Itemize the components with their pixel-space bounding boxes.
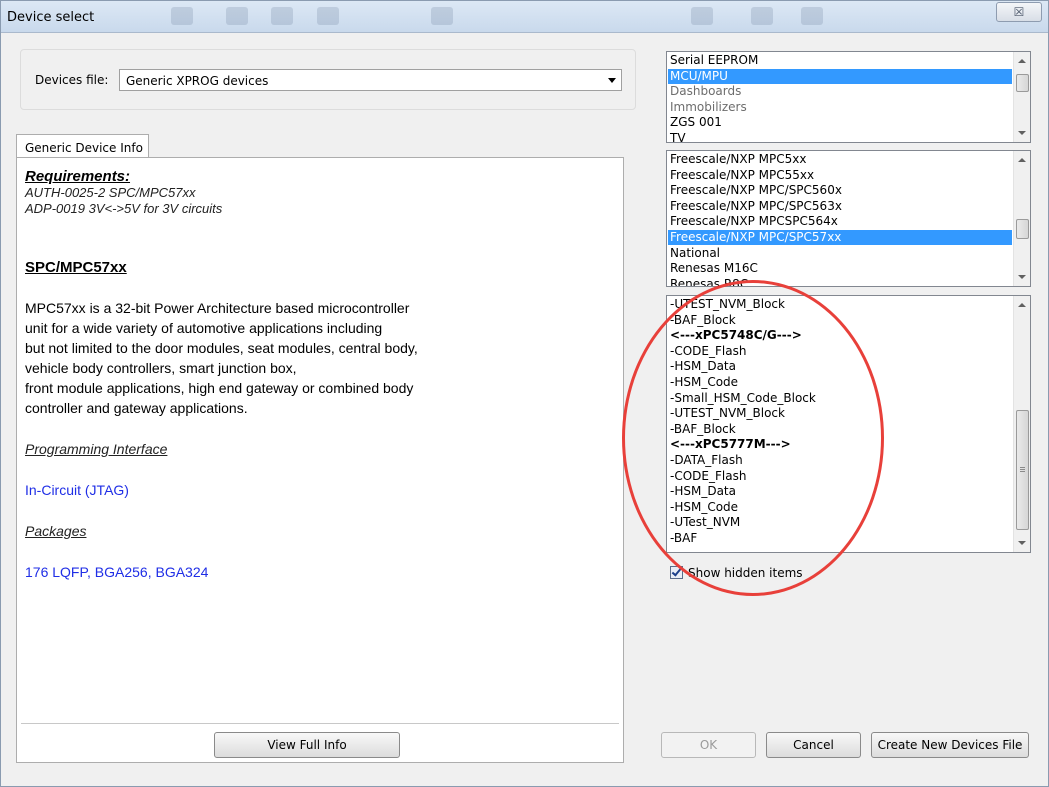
- manufacturer-list[interactable]: Renesas R8C Renesas M16C National Freescale…: [666, 150, 1031, 287]
- block-list-item[interactable]: <---xPC5777M--->: [668, 437, 1012, 452]
- block-list-item[interactable]: -HSM_Code: [668, 500, 1012, 515]
- devices-file-label: Devices file:: [35, 73, 109, 87]
- block-list-item[interactable]: -UTEST_NVM_Block: [668, 297, 1012, 312]
- category-list-item[interactable]: MCU/MPU: [668, 68, 1012, 84]
- cancel-button[interactable]: Cancel: [766, 732, 861, 758]
- block-list-item[interactable]: -BAF: [668, 531, 1012, 546]
- background-toolbar-icon: [317, 7, 339, 25]
- checkmark-icon: [671, 566, 682, 577]
- block-list-item[interactable]: -BAF_Block: [668, 422, 1012, 437]
- scroll-down-icon[interactable]: [1018, 541, 1026, 545]
- description-line: vehicle body controllers, smart junction…: [25, 360, 297, 376]
- dialog-client-area: Devices file: Generic XPROG devices Gene…: [9, 33, 1042, 782]
- block-list-item[interactable]: -CODE_Flash: [668, 344, 1012, 359]
- devices-file-group: Devices file: Generic XPROG devices: [20, 49, 636, 110]
- device-info-panel: Requirements: AUTH-0025-2 SPC/MPC57xx AD…: [16, 157, 624, 763]
- manufacturer-list-scrollbar[interactable]: [1013, 151, 1030, 286]
- manufacturer-list-item[interactable]: Freescale/NXP MPC/SPC57xx: [668, 230, 1012, 245]
- show-hidden-items-label[interactable]: Show hidden items: [688, 566, 803, 580]
- block-list-item[interactable]: -UTEST_NVM_Block: [668, 406, 1012, 421]
- background-toolbar-icon: [431, 7, 453, 25]
- scroll-grip: [1020, 467, 1025, 468]
- category-list-item[interactable]: ZGS 001: [668, 115, 1012, 130]
- manufacturer-list-item[interactable]: Freescale/NXP MPCSPC564x: [668, 214, 1012, 229]
- block-list-item[interactable]: <---xPC5748C/G--->: [668, 328, 1012, 343]
- scroll-grip: [1020, 469, 1025, 470]
- device-family-heading: SPC/MPC57xx: [25, 259, 127, 276]
- background-toolbar-icon: [801, 7, 823, 25]
- scroll-thumb[interactable]: [1016, 410, 1029, 530]
- block-list-scrollbar[interactable]: [1013, 296, 1030, 552]
- manufacturer-list-item[interactable]: Freescale/NXP MPC/SPC560x: [668, 183, 1012, 198]
- category-list-scrollbar[interactable]: [1013, 52, 1030, 142]
- background-toolbar-icon: [226, 7, 248, 25]
- requirements-heading: Requirements:: [25, 168, 131, 185]
- programming-interface-heading: Programming Interface: [25, 441, 168, 457]
- ok-button[interactable]: OK: [661, 732, 756, 758]
- block-list-item[interactable]: -BAF_Block: [668, 313, 1012, 328]
- manufacturer-list-item[interactable]: Renesas R8C: [668, 277, 1012, 286]
- category-list[interactable]: TV ZGS 001 Immobilizers Dashboards MCU/MPU Se…: [666, 51, 1031, 143]
- category-list-item[interactable]: Serial EEPROM: [668, 53, 1012, 68]
- close-icon: ☒: [1013, 5, 1025, 19]
- device-select-window: Device select ☒ Devices file: Generic XP…: [0, 0, 1049, 787]
- title-bar[interactable]: Device select ☒: [1, 1, 1048, 33]
- manufacturer-list-item[interactable]: National: [668, 246, 1012, 261]
- block-list-item[interactable]: -UTest_NVM: [668, 515, 1012, 530]
- panel-divider: [21, 723, 619, 724]
- scroll-thumb[interactable]: [1016, 219, 1029, 239]
- manufacturer-list-item[interactable]: Renesas M16C: [668, 261, 1012, 276]
- category-list-item[interactable]: Dashboards: [668, 84, 1012, 99]
- scroll-down-icon[interactable]: [1018, 131, 1026, 135]
- scroll-up-icon[interactable]: [1018, 158, 1026, 162]
- block-list-item[interactable]: -HSM_Data: [668, 484, 1012, 499]
- scroll-down-icon[interactable]: [1018, 275, 1026, 279]
- block-list-item[interactable]: -HSM_Code: [668, 375, 1012, 390]
- requirement-line: AUTH-0025-2 SPC/MPC57xx: [25, 185, 196, 200]
- background-toolbar-icon: [691, 7, 713, 25]
- description-line: but not limited to the door modules, sea…: [25, 340, 418, 356]
- description-line: front module applications, high end gate…: [25, 380, 414, 396]
- packages-value: 176 LQFP, BGA256, BGA324: [25, 564, 209, 580]
- description-line: unit for a wide variety of automotive ap…: [25, 320, 383, 336]
- requirement-line: ADP-0019 3V<->5V for 3V circuits: [25, 201, 223, 216]
- description-line: controller and gateway applications.: [25, 400, 248, 416]
- block-list-item[interactable]: -DATA_Flash: [668, 453, 1012, 468]
- manufacturer-list-item[interactable]: Freescale/NXP MPC/SPC563x: [668, 199, 1012, 214]
- block-list-item[interactable]: -Small_HSM_Code_Block: [668, 391, 1012, 406]
- device-info-text: Requirements: AUTH-0025-2 SPC/MPC57xx AD…: [17, 158, 623, 721]
- block-list-item[interactable]: -HSM_Data: [668, 359, 1012, 374]
- create-new-devices-file-button[interactable]: Create New Devices File: [871, 732, 1029, 758]
- memory-block-list[interactable]: -BAF -UTest_NVM -HSM_Code -HSM_Data -CODE_Fl…: [666, 295, 1031, 553]
- block-list-item[interactable]: -CODE_Flash: [668, 469, 1012, 484]
- category-list-item[interactable]: TV: [668, 131, 1012, 142]
- packages-heading: Packages: [25, 523, 87, 539]
- scroll-up-icon[interactable]: [1018, 303, 1026, 307]
- tab-generic-device-info[interactable]: Generic Device Info: [16, 134, 149, 158]
- background-toolbar-icon: [171, 7, 193, 25]
- scroll-up-icon[interactable]: [1018, 59, 1026, 63]
- background-toolbar-icon: [751, 7, 773, 25]
- show-hidden-items-checkbox[interactable]: [670, 566, 683, 579]
- scroll-thumb[interactable]: [1016, 74, 1029, 92]
- view-full-info-button[interactable]: View Full Info: [214, 732, 400, 758]
- devices-file-dropdown[interactable]: Generic XPROG devices: [119, 69, 622, 91]
- programming-interface-value: In-Circuit (JTAG): [25, 482, 129, 498]
- scroll-grip: [1020, 471, 1025, 472]
- window-title: Device select: [7, 10, 95, 25]
- close-button[interactable]: ☒: [996, 2, 1042, 22]
- chevron-down-icon[interactable]: [608, 78, 616, 83]
- category-list-item[interactable]: Immobilizers: [668, 100, 1012, 115]
- description-line: MPC57xx is a 32-bit Power Architecture b…: [25, 300, 410, 316]
- manufacturer-list-item[interactable]: Freescale/NXP MPC55xx: [668, 168, 1012, 183]
- background-toolbar-icon: [271, 7, 293, 25]
- devices-file-value: Generic XPROG devices: [126, 74, 269, 88]
- manufacturer-list-item[interactable]: Freescale/NXP MPC5xx: [668, 152, 1012, 167]
